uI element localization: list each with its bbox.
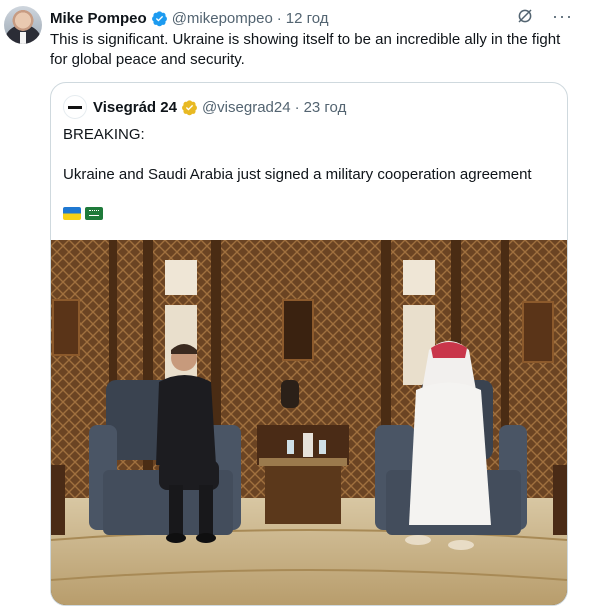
meeting-photo-illustration bbox=[51, 240, 567, 605]
quoted-tweet-time[interactable]: 23 год bbox=[304, 99, 347, 116]
tweet-text: This is significant. Ukraine is showing … bbox=[50, 31, 561, 68]
quoted-tweet-text-breaking: BREAKING: bbox=[63, 126, 145, 143]
author-handle[interactable]: @mikepompeo bbox=[172, 10, 273, 27]
saudi-arabia-flag-icon bbox=[85, 207, 103, 220]
quoted-author-handle[interactable]: @visegrad24 bbox=[202, 99, 291, 116]
author-avatar[interactable] bbox=[4, 6, 42, 44]
tweet-actions-top: ··· bbox=[516, 7, 573, 25]
quoted-tweet-text: Ukraine and Saudi Arabia just signed a m… bbox=[63, 166, 532, 183]
separator-dot: · bbox=[294, 98, 300, 116]
more-icon[interactable]: ··· bbox=[552, 7, 573, 25]
tweet[interactable]: Mike Pompeo @mikepompeo · 12 год ··· Thi… bbox=[0, 0, 591, 609]
quoted-tweet-header: Visegrád 24 @visegrad24 · 23 год bbox=[63, 95, 347, 119]
grok-icon[interactable] bbox=[516, 7, 534, 25]
tweet-time[interactable]: 12 год bbox=[286, 10, 329, 27]
ukraine-flag-icon bbox=[63, 207, 81, 220]
tweet-header: Mike Pompeo @mikepompeo · 12 год bbox=[50, 8, 329, 28]
quoted-tweet[interactable]: Visegrád 24 @visegrad24 · 23 год BREAKIN… bbox=[50, 82, 568, 606]
quoted-author-name[interactable]: Visegrád 24 bbox=[93, 99, 177, 116]
verified-badge-icon bbox=[151, 10, 167, 26]
verified-badge-icon bbox=[182, 99, 197, 115]
quoted-tweet-photo[interactable] bbox=[51, 240, 567, 605]
author-name[interactable]: Mike Pompeo bbox=[50, 10, 147, 27]
separator-dot: · bbox=[276, 9, 282, 27]
flag-emojis bbox=[63, 207, 103, 220]
quoted-author-avatar[interactable] bbox=[63, 95, 87, 119]
